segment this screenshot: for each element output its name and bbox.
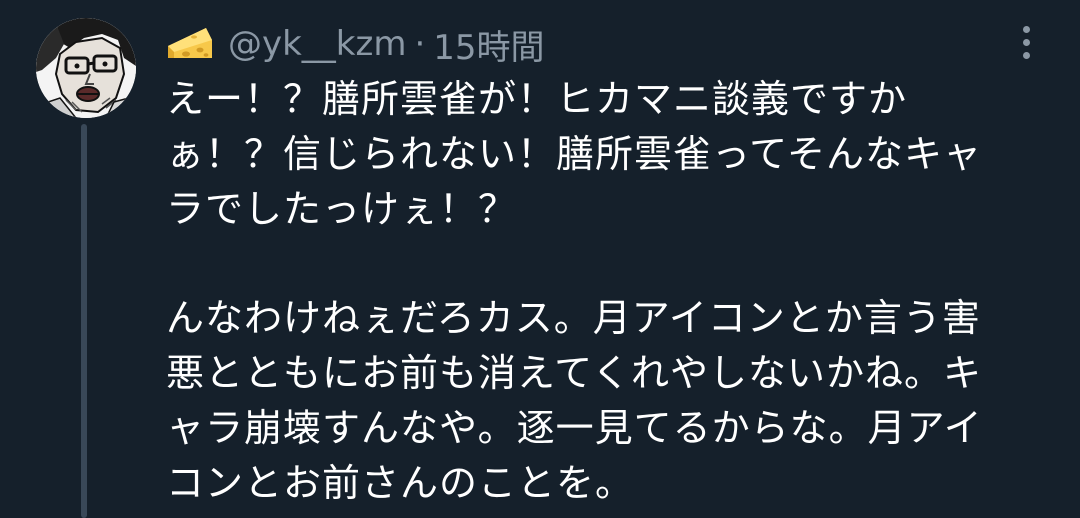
text-line: ラでしたっけぇ！？ <box>166 187 518 231</box>
text-line: ャラ崩壊すんなや。逐一見てるからな。月アイ <box>166 406 983 450</box>
tweet-header: @yk__kzm · 15時間 <box>166 20 545 69</box>
manga-face-avatar-icon <box>36 18 136 118</box>
author-handle[interactable]: @yk__kzm <box>228 24 406 64</box>
timestamp[interactable]: 15時間 <box>433 20 544 69</box>
text-line: んなわけねぇだろカス。月アイコンとか言う害 <box>166 296 981 340</box>
more-options-button[interactable] <box>1012 22 1042 62</box>
more-vertical-icon <box>1023 26 1030 33</box>
tweet-paragraph-1: えー！？膳所雲雀が！ヒカマニ談義ですか ぁ！？信じられない！膳所雲雀ってそんなキ… <box>166 72 1046 237</box>
thread-line <box>81 124 87 518</box>
separator-dot: · <box>414 24 426 64</box>
avatar[interactable] <box>36 18 136 118</box>
text-line: えー！？膳所雲雀が！ヒカマニ談義ですか <box>166 77 908 121</box>
cheese-icon <box>166 24 214 64</box>
text-line: 悪とともにお前も消えてくれやしないかね。キ <box>166 351 982 395</box>
tweet-text: えー！？膳所雲雀が！ヒカマニ談義ですか ぁ！？信じられない！膳所雲雀ってそんなキ… <box>166 72 1046 511</box>
text-line: コンとお前さんのことを。 <box>166 461 635 505</box>
text-line: ぁ！？信じられない！膳所雲雀ってそんなキャ <box>166 132 982 176</box>
tweet-paragraph-2: んなわけねぇだろカス。月アイコンとか言う害 悪とともにお前も消えてくれやしないか… <box>166 291 1046 511</box>
tweet: @yk__kzm · 15時間 えー！？膳所雲雀が！ヒカマニ談義ですか ぁ！？信… <box>0 0 1080 518</box>
